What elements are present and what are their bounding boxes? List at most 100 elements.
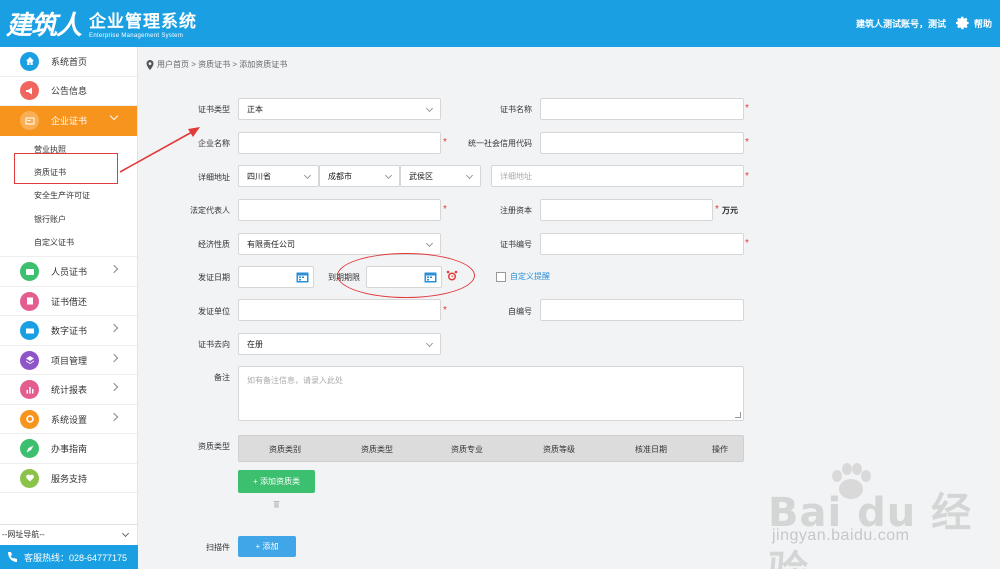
- capital-input[interactable]: [540, 199, 713, 221]
- annotation-arrow: [119, 127, 200, 173]
- direction-select[interactable]: 在册: [238, 333, 441, 355]
- megaphone-icon: [20, 81, 39, 101]
- sidebar-item-project[interactable]: 项目管理: [0, 346, 137, 376]
- sidebar-item-label: 服务支持: [51, 473, 88, 484]
- breadcrumb-text: 用户首页 > 资质证书 > 添加资质证书: [157, 60, 288, 69]
- chevron-right-icon: [109, 353, 119, 363]
- hotline-text: 客服热线：028-64777175: [24, 552, 128, 563]
- capital-label: 注册资本: [500, 206, 532, 215]
- add-scan-button[interactable]: + 添加: [238, 536, 296, 557]
- address-input[interactable]: 详细地址: [491, 165, 744, 187]
- qual-table-header: 资质类别 资质类型 资质专业 资质等级 核准日期 操作: [238, 435, 744, 462]
- sidebar-item-label: 证书借还: [51, 296, 88, 307]
- self-no-input[interactable]: [540, 299, 744, 321]
- district-select[interactable]: 武侯区: [400, 165, 481, 187]
- certificate-icon: [20, 111, 39, 131]
- column-header: 操作: [712, 445, 728, 454]
- province-value: 四川省: [247, 171, 271, 181]
- sidebar-item-label: 系统首页: [51, 56, 88, 67]
- chevron-right-icon: [109, 412, 119, 422]
- remark-textarea[interactable]: 如有备注信息，请录入此处: [238, 366, 744, 421]
- submenu-item-safety-permit[interactable]: 安全生产许可证: [0, 184, 137, 207]
- city-value: 成都市: [328, 171, 352, 181]
- direction-value: 在册: [247, 339, 263, 349]
- home-icon: [20, 51, 39, 71]
- cert-no-input[interactable]: [540, 233, 744, 255]
- sidebar-item-borrow[interactable]: 证书借还: [0, 287, 137, 317]
- hotline-bar: 客服热线：028-64777175: [0, 545, 138, 569]
- credit-code-input[interactable]: [540, 132, 744, 154]
- sidebar-item-home[interactable]: 系统首页: [0, 47, 137, 77]
- sidebar-item-label: 统计报表: [51, 385, 88, 396]
- digital-cert-icon: [20, 321, 39, 341]
- chevron-right-icon: [109, 383, 119, 392]
- remark-placeholder: 如有备注信息，请录入此处: [247, 376, 343, 385]
- nature-select[interactable]: 有限责任公司: [238, 233, 441, 255]
- sidebar-item-label: 公告信息: [51, 86, 88, 97]
- sidebar-item-label: 人员证书: [51, 267, 88, 278]
- required-mark: *: [745, 103, 749, 114]
- legal-rep-input[interactable]: [238, 199, 441, 221]
- column-header: 资质类型: [361, 445, 393, 454]
- cert-name-input[interactable]: [540, 98, 744, 120]
- address-label: 详细地址: [198, 173, 230, 182]
- person-card-icon: [20, 262, 39, 282]
- chevron-down-icon: [425, 239, 434, 248]
- sidebar-item-label: 数字证书: [51, 326, 88, 337]
- submenu-item-bank-account[interactable]: 银行账户: [0, 208, 137, 231]
- sidebar-item-company-cert[interactable]: 企业证书: [0, 106, 137, 136]
- logo: 建筑人 企业管理系统 Enterprise Management System: [6, 6, 198, 41]
- gear-icon: [20, 409, 39, 429]
- cert-type-label: 证书类型: [198, 105, 230, 114]
- help-button[interactable]: 帮助: [955, 16, 992, 30]
- sidebar-item-guide[interactable]: 办事指南: [0, 434, 137, 464]
- custom-remind-link[interactable]: 自定义提醒: [510, 271, 550, 282]
- sidebar-item-support[interactable]: 服务支持: [0, 464, 137, 494]
- province-select[interactable]: 四川省: [238, 165, 319, 187]
- city-select[interactable]: 成都市: [319, 165, 400, 187]
- capital-unit: 万元: [722, 206, 738, 215]
- column-header: 资质类别: [269, 445, 301, 454]
- required-mark: *: [715, 204, 719, 215]
- district-value: 武侯区: [409, 171, 433, 181]
- direction-label: 证书去向: [198, 340, 230, 349]
- resize-handle[interactable]: [735, 412, 741, 418]
- annotation-box: [14, 153, 118, 184]
- annotation-oval: [337, 253, 475, 298]
- app-title: 企业管理系统: [89, 12, 198, 31]
- sidebar-item-label: 项目管理: [51, 355, 88, 366]
- sidebar-item-notice[interactable]: 公告信息: [0, 77, 137, 106]
- remark-label: 备注: [214, 373, 230, 382]
- sidebar-item-report[interactable]: 统计报表: [0, 375, 137, 405]
- issuer-input[interactable]: [238, 299, 441, 321]
- nature-label: 经济性质: [198, 240, 230, 249]
- trash-icon[interactable]: [273, 500, 280, 508]
- sidebar-item-settings[interactable]: 系统设置: [0, 405, 137, 435]
- required-mark: *: [745, 238, 749, 249]
- watermark-brand: Bai du 经验: [768, 490, 973, 569]
- cert-type-value: 正本: [247, 104, 263, 114]
- address-placeholder: 详细地址: [500, 171, 532, 181]
- breadcrumb: 用户首页 > 资质证书 > 添加资质证书: [146, 59, 287, 70]
- credit-code-label: 统一社会信用代码: [468, 139, 532, 148]
- user-account[interactable]: 建筑人测试账号，测试: [856, 17, 946, 30]
- chevron-down-icon: [465, 171, 474, 180]
- sidebar-item-digital-cert[interactable]: 数字证书: [0, 316, 137, 346]
- chevron-down-icon: [303, 171, 312, 180]
- cert-type-select[interactable]: 正本: [238, 98, 441, 120]
- layers-icon: [20, 350, 39, 370]
- chevron-down-icon: [384, 171, 393, 180]
- nav-select[interactable]: --网址导航--: [0, 524, 138, 544]
- chevron-down-icon: [425, 104, 434, 113]
- chevron-down-icon: [121, 529, 130, 538]
- self-no-label: 自编号: [508, 307, 532, 316]
- scan-label: 扫描件: [206, 543, 230, 552]
- submenu-item-custom-cert[interactable]: 自定义证书: [0, 231, 137, 254]
- add-qualification-button[interactable]: + 添加资质类: [238, 470, 315, 493]
- compass-icon: [20, 439, 39, 459]
- cert-name-label: 证书名称: [500, 105, 532, 114]
- app-subtitle: Enterprise Management System: [89, 33, 184, 39]
- sidebar-item-person-cert[interactable]: 人员证书: [0, 257, 137, 287]
- custom-remind-checkbox[interactable]: [496, 272, 506, 282]
- company-name-input[interactable]: [238, 132, 441, 154]
